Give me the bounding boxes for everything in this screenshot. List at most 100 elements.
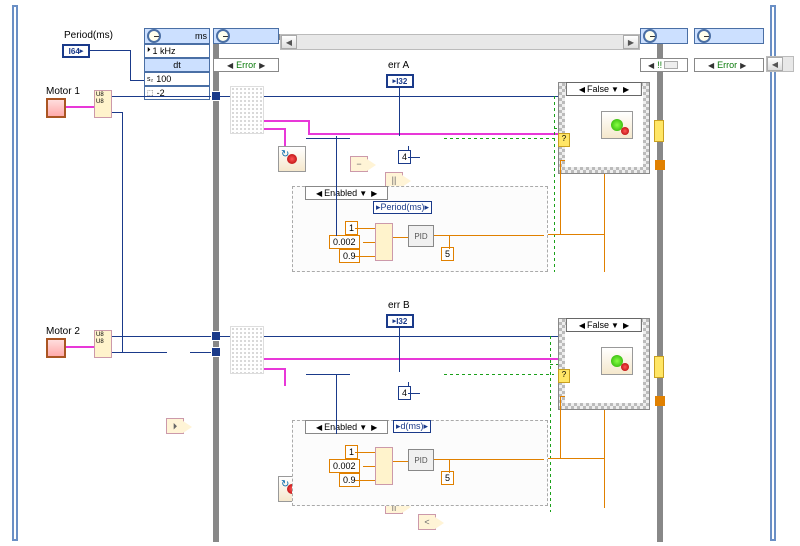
err-b-label: err B: [388, 300, 410, 311]
pid-out-const-b: 5: [441, 471, 454, 485]
scroll-left-button[interactable]: ◀: [281, 35, 297, 49]
subtract-node-a: −: [350, 156, 368, 172]
red-dot-icon: [621, 127, 629, 135]
chevron-left-icon[interactable]: ◀: [577, 85, 587, 94]
err-a-terminal[interactable]: ▸I32: [386, 74, 414, 88]
timed-loop-left-edge: [12, 5, 18, 541]
chevron-left-icon[interactable]: ◀: [314, 189, 324, 198]
gap-label: !!: [657, 60, 662, 70]
loop-dt-value: 100: [156, 74, 171, 84]
pid-out-const-a: 5: [441, 247, 454, 261]
clock-icon: [643, 29, 657, 43]
loop-right-output-node: ◀ Error ▶: [694, 28, 764, 72]
dropdown-icon[interactable]: ▼: [609, 321, 621, 330]
case-value: False: [587, 84, 609, 94]
case-value: False: [587, 320, 609, 330]
motor-write-b: [601, 347, 633, 375]
pid-vi-b: PID: [408, 449, 434, 471]
bundle-pid-b: [375, 447, 393, 485]
disabled-tab-b[interactable]: ◀ Enabled ▼ ▶: [305, 420, 388, 434]
frame-right-bar: [657, 34, 663, 542]
chevron-right-icon[interactable]: ▶: [737, 61, 749, 70]
unbundle-elem: U8: [96, 339, 110, 346]
tunnel-yellow: [654, 120, 664, 142]
chevron-right-icon[interactable]: ▶: [621, 321, 631, 330]
refresh-icon: ↻: [281, 479, 289, 490]
dropdown-icon[interactable]: ▼: [357, 423, 369, 432]
disabled-tab-a[interactable]: ◀ Enabled ▼ ▶: [305, 186, 388, 200]
pid-ki-a: 0.002: [329, 235, 360, 249]
sr-question: ?: [558, 133, 570, 147]
refresh-icon: ↻: [281, 149, 289, 160]
pid-vi-a: PID: [408, 225, 434, 247]
error-case-label: Error: [236, 60, 256, 70]
unbundle-elem: U8: [96, 332, 110, 339]
tunnel: [211, 347, 221, 357]
motor1-terminal[interactable]: [46, 98, 66, 118]
timed-loop-right-edge: [770, 5, 776, 541]
chevron-left-icon[interactable]: ◀: [705, 61, 717, 70]
dropdown-icon[interactable]: ▼: [609, 85, 621, 94]
frame-left-bar: [213, 34, 219, 542]
motor2-terminal[interactable]: [46, 338, 66, 358]
error-case-label: Error: [717, 60, 737, 70]
tunnel-orange: [655, 160, 665, 170]
chevron-left-icon[interactable]: ◀: [645, 61, 657, 70]
passthrough-node: ⏵: [166, 418, 184, 434]
chevron-left-icon[interactable]: ◀: [577, 321, 587, 330]
disabled-structure-b: ◀ Enabled ▼ ▶ ▸d(ms)▸ PID 1 0.002 0.9 5: [292, 420, 548, 506]
tunnel-yellow: [654, 356, 664, 378]
period-local-a: ▸Period(ms)▸: [373, 201, 432, 214]
bundle-pid-a: [375, 223, 393, 261]
loop-right-scrollbar[interactable]: ◀: [766, 56, 794, 72]
period-label: Period(ms): [64, 30, 113, 41]
sr-question: ?: [558, 369, 570, 383]
chevron-right-icon[interactable]: ▶: [256, 61, 268, 70]
unbundle-elem: U8: [96, 92, 110, 99]
clock-icon: [216, 29, 230, 43]
motor2-label: Motor 2: [46, 326, 80, 337]
scroll-left-button[interactable]: ◀: [767, 57, 783, 71]
loop-right-error-selector[interactable]: ◀ Error ▶: [694, 58, 764, 72]
wire-spread-b: [230, 326, 264, 374]
chevron-right-icon[interactable]: ▶: [369, 189, 379, 198]
disabled-tab-label: Enabled: [324, 188, 357, 198]
wire-spread-a: [230, 86, 264, 134]
read-ref-a: ↻: [278, 146, 306, 172]
loop-source: 1 kHz: [153, 46, 176, 56]
pid-ki-b: 0.002: [329, 459, 360, 473]
case-structure-a: ◀ False ▼ ▶ ?: [558, 82, 650, 174]
tunnel-orange: [655, 396, 665, 406]
motor1-label: Motor 1: [46, 86, 80, 97]
unbundle-elem: U8: [96, 99, 110, 106]
loop-units: ms: [195, 31, 207, 41]
err-b-terminal[interactable]: ▸I32: [386, 314, 414, 328]
period-terminal[interactable]: I64▸: [62, 44, 90, 58]
chevron-right-icon[interactable]: ▶: [621, 85, 631, 94]
clock-icon: [697, 29, 711, 43]
chevron-left-icon[interactable]: ◀: [314, 423, 324, 432]
motor-write-a: [601, 111, 633, 139]
unbundle-motor2: U8 U8: [94, 330, 112, 358]
case-structure-b: ◀ False ▼ ▶ ?: [558, 318, 650, 410]
loop-dt-label: dt: [173, 60, 181, 70]
disabled-tab-label: Enabled: [324, 422, 357, 432]
clock-icon: [147, 29, 161, 43]
frame-gap-selector[interactable]: ◀ !!: [640, 58, 688, 72]
chevron-right-icon[interactable]: ▶: [369, 423, 379, 432]
frame-left-header: ◀ Error ▶: [213, 28, 279, 72]
dropdown-icon[interactable]: ▼: [357, 189, 369, 198]
frame-scrollbar[interactable]: ◀ ▶: [280, 34, 640, 50]
red-dot-icon: [621, 363, 629, 371]
period-local-b: ▸d(ms)▸: [393, 420, 431, 433]
less-node-b: <: [418, 514, 436, 530]
case-selector-a[interactable]: ◀ False ▼ ▶: [566, 82, 642, 96]
err-a-label: err A: [388, 60, 409, 71]
scroll-right-button[interactable]: ▶: [623, 35, 639, 49]
chevron-left-icon[interactable]: ◀: [224, 61, 236, 70]
frame-error-selector[interactable]: ◀ Error ▶: [213, 58, 279, 72]
timed-loop-input-node: ms ⏵1 kHz dt s₂100 ⬚-2: [144, 28, 210, 100]
case-selector-b[interactable]: ◀ False ▼ ▶: [566, 318, 642, 332]
unbundle-motor1: U8 U8: [94, 90, 112, 118]
disabled-structure-a: ◀ Enabled ▼ ▶ ▸Period(ms)▸ PID 1 0.002 0…: [292, 186, 548, 272]
